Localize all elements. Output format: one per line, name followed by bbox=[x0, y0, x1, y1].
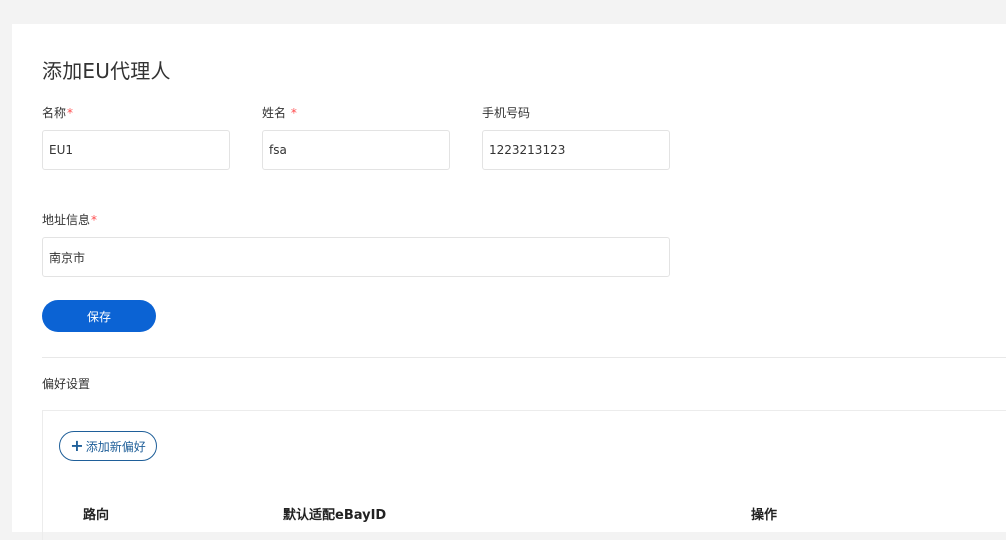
name-label: 名称* bbox=[42, 106, 74, 120]
add-preference-label: 添加新偏好 bbox=[85, 439, 146, 454]
save-button[interactable]: 保存 bbox=[42, 300, 156, 332]
surname-input[interactable] bbox=[262, 130, 450, 170]
required-mark: * bbox=[287, 106, 297, 120]
required-mark: * bbox=[91, 213, 98, 227]
column-header-ebay-id: 默认适配eBayID bbox=[283, 508, 387, 523]
surname-label: 姓名 * bbox=[262, 106, 297, 120]
plus-icon: + bbox=[70, 436, 84, 455]
page-title: 添加EU代理人 bbox=[42, 59, 171, 83]
preferences-section-title: 偏好设置 bbox=[42, 377, 91, 391]
required-mark: * bbox=[67, 106, 74, 120]
column-header-route: 路向 bbox=[83, 508, 110, 523]
name-input[interactable] bbox=[42, 130, 230, 170]
address-label: 地址信息* bbox=[42, 213, 98, 227]
column-header-actions: 操作 bbox=[751, 508, 778, 523]
main-card: 添加EU代理人 名称* 姓名 * 手机号码 地址信息* 保存 偏好设置 + 添加… bbox=[12, 24, 1006, 540]
phone-label: 手机号码 bbox=[482, 106, 531, 120]
section-divider bbox=[42, 357, 1006, 358]
phone-input[interactable] bbox=[482, 130, 670, 170]
address-input[interactable] bbox=[42, 237, 670, 277]
preferences-panel: + 添加新偏好 路向 默认适配eBayID 操作 bbox=[42, 410, 1006, 540]
add-preference-button[interactable]: + 添加新偏好 bbox=[59, 431, 157, 461]
